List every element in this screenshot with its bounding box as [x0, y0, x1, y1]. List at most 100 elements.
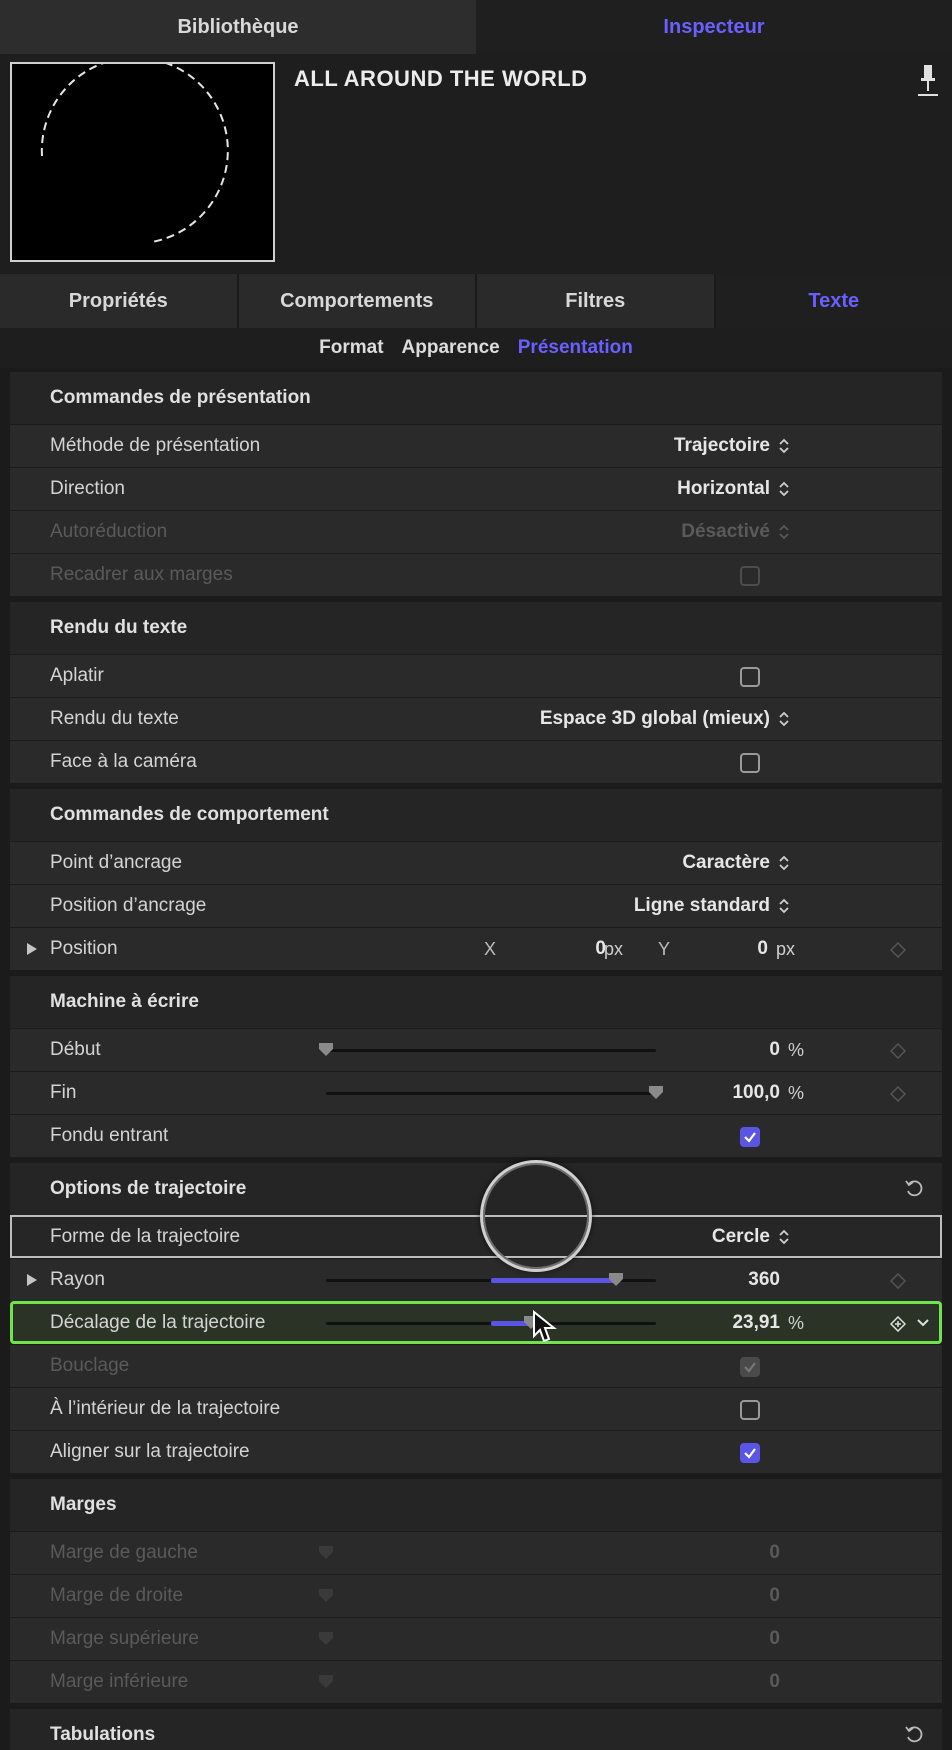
anchor-position-popup[interactable]: Ligne standard: [634, 895, 770, 917]
row-radius: Rayon 360: [10, 1258, 942, 1301]
tab-inspecteur[interactable]: Inspecteur: [476, 0, 952, 54]
keyframe-diamond-icon[interactable]: [890, 942, 906, 958]
pane-apparence[interactable]: Apparence: [402, 337, 500, 359]
x-unit: px: [604, 938, 624, 959]
direction-popup[interactable]: Horizontal: [677, 478, 770, 500]
slider-thumb: [319, 1675, 333, 1688]
slider-thumb[interactable]: [648, 1084, 664, 1100]
section-header[interactable]: Marges: [10, 1479, 942, 1531]
slider-thumb: [319, 1589, 333, 1602]
loop-checkbox: [740, 1357, 760, 1377]
updown-chevron-icon[interactable]: [778, 480, 790, 498]
section-header[interactable]: Rendu du texte: [10, 602, 942, 654]
keyframe-diamond-icon[interactable]: [890, 1086, 906, 1102]
section-path-options: Options de trajectoire Forme de la traje…: [10, 1163, 942, 1473]
position-x-field[interactable]: 0: [570, 938, 606, 960]
reset-icon[interactable]: [904, 1179, 924, 1199]
text-pane-selector: Format Apparence Présentation: [0, 328, 952, 368]
row-label: Bouclage: [50, 1355, 130, 1376]
row-path-shape: Forme de la trajectoire Cercle: [10, 1215, 942, 1258]
disclosure-triangle-icon[interactable]: [26, 942, 38, 956]
reset-icon[interactable]: [904, 1725, 924, 1745]
chevron-down-icon[interactable]: [916, 1316, 930, 1330]
pane-format[interactable]: Format: [319, 337, 383, 359]
row-label: Point d’ancrage: [50, 852, 183, 873]
section-header[interactable]: Options de trajectoire: [10, 1163, 942, 1215]
margin-left-value: 0: [769, 1542, 780, 1563]
row-label: Marge de gauche: [50, 1542, 198, 1563]
row-loop: Bouclage: [10, 1344, 942, 1387]
row-anchor-position: Position d’ancrage Ligne standard: [10, 884, 942, 927]
row-end: Fin 100,0 %: [10, 1071, 942, 1114]
pane-presentation[interactable]: Présentation: [518, 337, 633, 359]
row-label: Décalage de la trajectoire: [50, 1312, 266, 1333]
disclosure-triangle-icon[interactable]: [26, 1273, 38, 1287]
row-face-camera: Face à la caméra: [10, 740, 942, 783]
layout-method-popup[interactable]: Trajectoire: [674, 435, 770, 457]
tab-bibliotheque[interactable]: Bibliothèque: [0, 0, 476, 54]
margin-top-value: 0: [769, 1628, 780, 1649]
tab-comportements[interactable]: Comportements: [239, 274, 477, 328]
tab-texte[interactable]: Texte: [715, 274, 952, 328]
tab-proprietes[interactable]: Propriétés: [0, 274, 239, 328]
slider-thumb[interactable]: [608, 1271, 624, 1287]
flatten-checkbox[interactable]: [740, 667, 760, 687]
fade-in-checkbox[interactable]: [740, 1127, 760, 1147]
path-shape-popup[interactable]: Cercle: [712, 1226, 770, 1248]
end-slider[interactable]: [326, 1086, 663, 1099]
section-header[interactable]: Machine à écrire: [10, 976, 942, 1028]
radius-slider[interactable]: [326, 1273, 656, 1286]
row-margin-bottom: Marge inférieure 0: [10, 1660, 942, 1703]
y-label: Y: [658, 938, 671, 959]
row-label: Marge supérieure: [50, 1628, 199, 1649]
radius-value-field[interactable]: 360: [700, 1269, 780, 1291]
row-layout-method: Méthode de présentation Trajectoire: [10, 424, 942, 467]
section-header[interactable]: Tabulations: [10, 1709, 942, 1750]
row-label: Fondu entrant: [50, 1125, 169, 1146]
render-mode-popup[interactable]: Espace 3D global (mieux): [540, 708, 770, 730]
path-offset-slider[interactable]: [326, 1316, 656, 1329]
row-fade-in: Fondu entrant: [10, 1114, 942, 1157]
add-keyframe-icon[interactable]: [890, 1316, 906, 1332]
section-tabulations: Tabulations: [10, 1709, 942, 1750]
section-layout-controls: Commandes de présentation Méthode de pré…: [10, 372, 942, 596]
row-label: Marge inférieure: [50, 1671, 189, 1692]
inspector-tab-bar: Propriétés Comportements Filtres Texte: [0, 274, 952, 328]
keyframe-diamond-icon[interactable]: [890, 1273, 906, 1289]
tab-filtres[interactable]: Filtres: [477, 274, 716, 328]
row-label: Rendu du texte: [50, 708, 179, 729]
slider-thumb: [319, 1546, 333, 1559]
position-y-field[interactable]: 0: [732, 938, 768, 960]
row-path-offset: Décalage de la trajectoire 23,91 %: [10, 1301, 942, 1344]
updown-chevron-icon[interactable]: [778, 710, 790, 728]
path-offset-value-field[interactable]: 23,91: [700, 1312, 780, 1334]
row-label: À l’intérieur de la trajectoire: [50, 1398, 281, 1419]
updown-chevron-icon[interactable]: [778, 437, 790, 455]
row-label: Position d’ancrage: [50, 895, 207, 916]
updown-chevron-icon[interactable]: [778, 897, 790, 915]
row-label: Direction: [50, 478, 125, 499]
section-header[interactable]: Commandes de présentation: [10, 372, 942, 424]
slider-thumb[interactable]: [318, 1041, 334, 1057]
align-to-path-checkbox[interactable]: [740, 1443, 760, 1463]
x-label: X: [484, 938, 497, 959]
margin-top-slider: [319, 1632, 656, 1645]
row-label: Marge de droite: [50, 1585, 184, 1606]
face-camera-checkbox[interactable]: [740, 753, 760, 773]
inside-path-checkbox[interactable]: [740, 1400, 760, 1420]
start-value-field[interactable]: 0: [710, 1039, 780, 1061]
slider-thumb[interactable]: [523, 1314, 539, 1330]
percent-unit: %: [788, 1312, 805, 1333]
end-value-field[interactable]: 100,0: [700, 1082, 780, 1104]
clip-title: ALL AROUND THE WORLD: [294, 66, 588, 91]
row-margin-left: Marge de gauche 0: [10, 1531, 942, 1574]
start-slider[interactable]: [319, 1043, 656, 1056]
updown-chevron-icon[interactable]: [778, 1228, 790, 1246]
pin-icon[interactable]: [916, 62, 940, 98]
keyframe-diamond-icon[interactable]: [890, 1043, 906, 1059]
updown-chevron-icon[interactable]: [778, 854, 790, 872]
checkmark-icon: [744, 1448, 756, 1459]
anchor-point-popup[interactable]: Caractère: [682, 852, 770, 874]
margin-bottom-value: 0: [769, 1671, 780, 1692]
section-header[interactable]: Commandes de comportement: [10, 789, 942, 841]
